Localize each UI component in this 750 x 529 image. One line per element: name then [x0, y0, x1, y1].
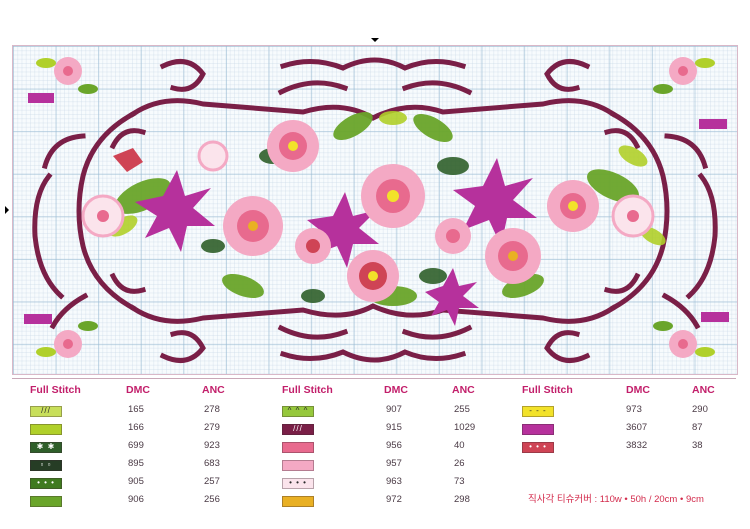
- size-note: 직사각 티슈커버 : 110w • 50h / 20cm • 9cm: [528, 494, 704, 505]
- header-dmc: DMC: [384, 384, 408, 396]
- anc-code: 73: [454, 476, 465, 487]
- dmc-code: 165: [128, 404, 144, 415]
- anc-code: 298: [454, 494, 470, 505]
- color-swatch: - - -: [522, 406, 554, 417]
- color-swatch: [282, 442, 314, 453]
- stitch-symbol: • • •: [289, 478, 307, 487]
- stitch-symbol: ✱ ✱: [36, 442, 56, 451]
- legend-row: ^ ^ ^ 907 255: [282, 404, 502, 422]
- anc-code: 683: [204, 458, 220, 469]
- dmc-code: 907: [386, 404, 402, 415]
- dmc-code: 957: [386, 458, 402, 469]
- anc-code: 278: [204, 404, 220, 415]
- color-swatch: ✱ ✱: [30, 442, 62, 453]
- dmc-code: 973: [626, 404, 642, 415]
- legend-row: 957 26: [282, 458, 502, 476]
- anc-code: 923: [204, 440, 220, 451]
- color-swatch: ^ ^ ^: [282, 406, 314, 417]
- legend-row: • • • 905 257: [30, 476, 250, 494]
- color-swatch: ///: [30, 406, 62, 417]
- color-swatch: [522, 424, 554, 435]
- anc-code: 40: [454, 440, 465, 451]
- legend-row: /// 915 1029: [282, 422, 502, 440]
- header-full-stitch: Full Stitch: [30, 384, 81, 396]
- legend-row: - - - 973 290: [522, 404, 742, 422]
- dmc-code: 895: [128, 458, 144, 469]
- anc-code: 1029: [454, 422, 476, 433]
- frame-top: [129, 98, 617, 121]
- frame-bottom: [129, 303, 617, 324]
- legend-row: 166 279: [30, 422, 250, 440]
- color-swatch: • • •: [522, 442, 554, 453]
- legend-row: ✱ ✱ 699 923: [30, 440, 250, 458]
- legend-row: 3607 87: [522, 422, 742, 440]
- legend-row: 956 40: [282, 440, 502, 458]
- stitch-symbol: ▫ ▫: [40, 460, 52, 469]
- color-swatch: • • •: [282, 478, 314, 489]
- legend-row: 906 256: [30, 494, 250, 512]
- dmc-code: 905: [128, 476, 144, 487]
- anc-code: 256: [204, 494, 220, 505]
- color-swatch: [282, 460, 314, 471]
- anc-code: 38: [692, 440, 703, 451]
- header-anc: ANC: [452, 384, 475, 396]
- dmc-code: 3832: [626, 440, 648, 451]
- color-swatch: ▫ ▫: [30, 460, 62, 471]
- anc-code: 279: [204, 422, 220, 433]
- dmc-code: 963: [386, 476, 402, 487]
- header-anc: ANC: [692, 384, 715, 396]
- center-marker-top-icon: [371, 38, 379, 46]
- dmc-code: 915: [386, 422, 402, 433]
- dmc-code: 166: [128, 422, 144, 433]
- color-swatch: [30, 424, 62, 435]
- floral-bouquet: [81, 111, 666, 326]
- header-dmc: DMC: [126, 384, 150, 396]
- header-full-stitch: Full Stitch: [522, 384, 573, 396]
- center-marker-left-icon: [5, 206, 13, 214]
- header-full-stitch: Full Stitch: [282, 384, 333, 396]
- dmc-code: 972: [386, 494, 402, 505]
- stitch-symbol: - - -: [529, 406, 547, 415]
- anc-code: 255: [454, 404, 470, 415]
- color-swatch: ///: [282, 424, 314, 435]
- anc-code: 87: [692, 422, 703, 433]
- header-anc: ANC: [202, 384, 225, 396]
- anc-code: 290: [692, 404, 708, 415]
- stitch-symbol: • • •: [529, 442, 547, 451]
- legend-divider: [12, 378, 736, 379]
- legend-row: • • • 963 73: [282, 476, 502, 494]
- dmc-code: 956: [386, 440, 402, 451]
- cross-stitch-chart: [5, 38, 738, 375]
- stitch-symbol: ^ ^ ^: [287, 406, 309, 415]
- dmc-code: 699: [128, 440, 144, 451]
- legend-row: /// 165 278: [30, 404, 250, 422]
- legend-row: 972 298: [282, 494, 502, 512]
- color-swatch: [282, 496, 314, 507]
- color-swatch: • • •: [30, 478, 62, 489]
- anc-code: 257: [204, 476, 220, 487]
- thread-legend: Full Stitch DMC ANC /// 165 278 166 279 ✱ ✱ 69…: [12, 378, 750, 529]
- stitch-pattern-drawing: [24, 57, 729, 363]
- color-swatch: [30, 496, 62, 507]
- legend-row: • • • 3832 38: [522, 440, 742, 458]
- header-dmc: DMC: [626, 384, 650, 396]
- dmc-code: 906: [128, 494, 144, 505]
- stitch-symbol: ///: [41, 406, 51, 415]
- anc-code: 26: [454, 458, 465, 469]
- stitch-symbol: ///: [293, 424, 303, 433]
- stitch-symbol: • • •: [37, 478, 55, 487]
- dmc-code: 3607: [626, 422, 648, 433]
- legend-row: ▫ ▫ 895 683: [30, 458, 250, 476]
